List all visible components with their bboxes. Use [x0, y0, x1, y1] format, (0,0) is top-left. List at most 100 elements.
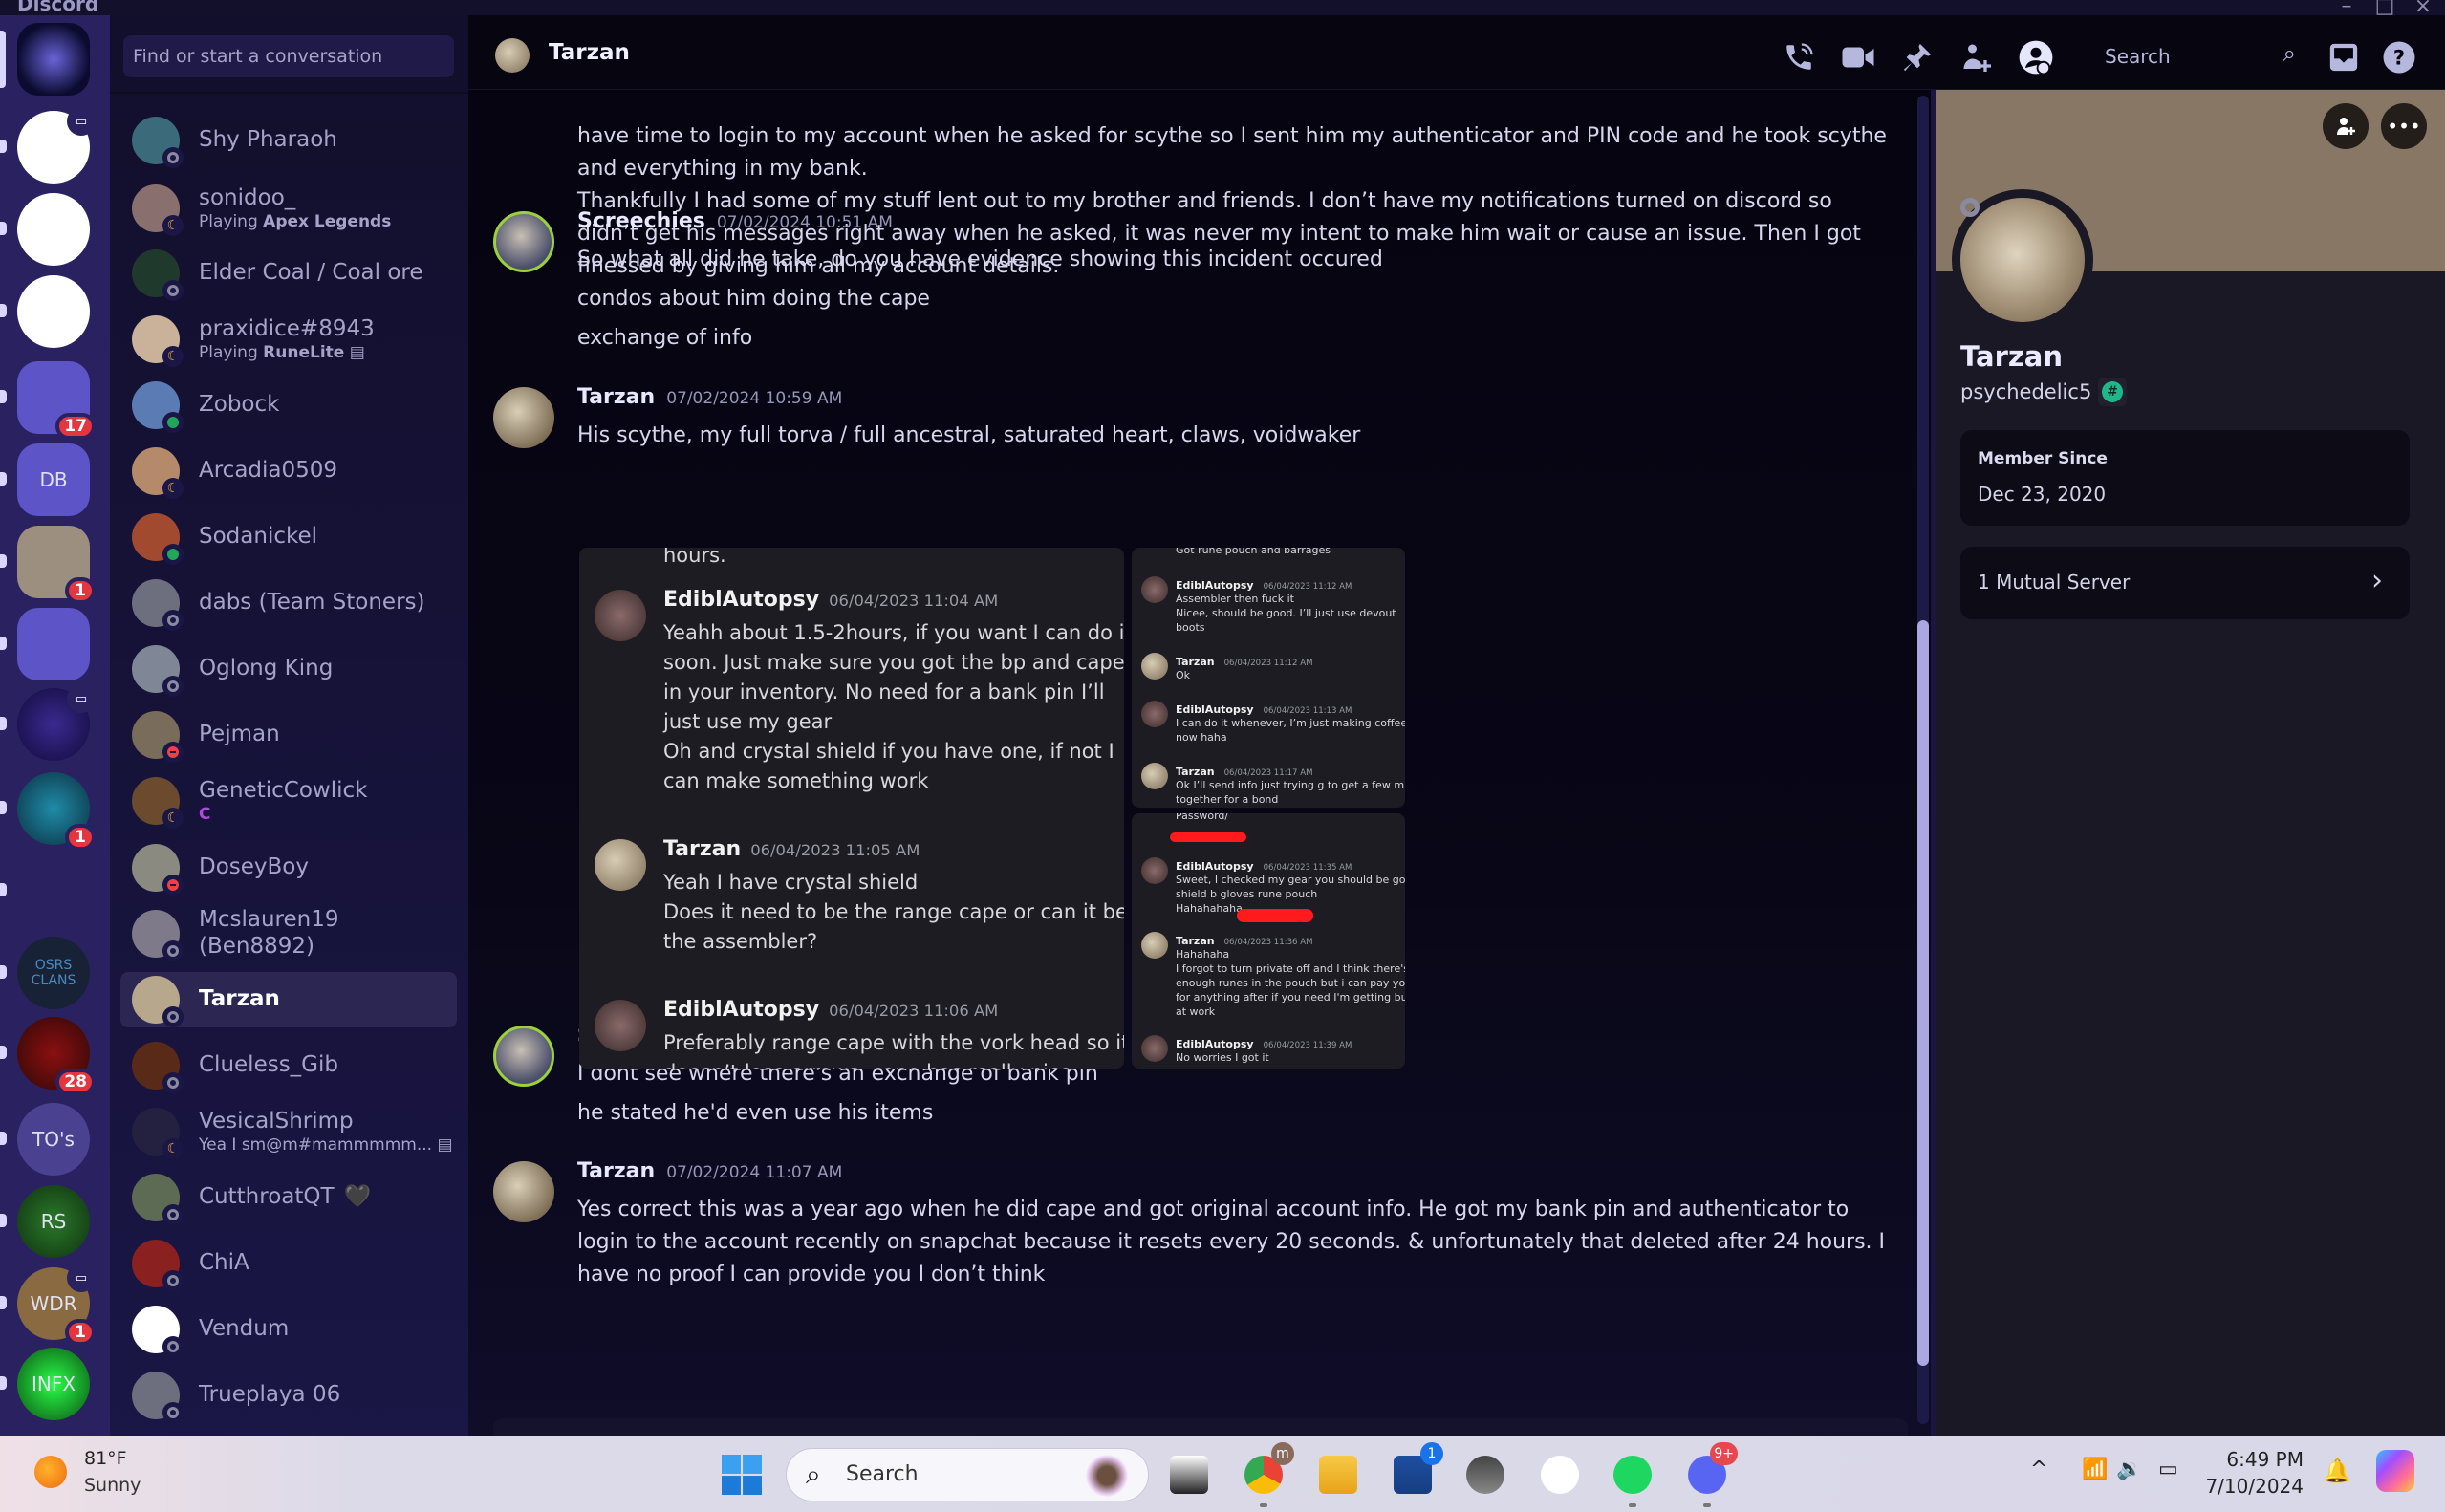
- screenshot-text-line: now haha: [1176, 731, 1227, 744]
- taskbar-app-app-blue[interactable]: [1537, 1452, 1583, 1498]
- taskbar-app-discord[interactable]: 9+: [1684, 1442, 1738, 1507]
- system-clock[interactable]: 6:49 PM 7/10/2024: [2198, 1446, 2304, 1500]
- server-icon-osrs-clans[interactable]: OSRS CLANS: [17, 937, 90, 1009]
- message-header: Tarzan 07/02/2024 11:07 AM: [577, 1159, 842, 1183]
- server-icon-shield-server[interactable]: ▭: [17, 107, 96, 184]
- author-avatar[interactable]: [493, 387, 554, 448]
- dm-item[interactable]: dabs (Team Stoners): [120, 575, 457, 631]
- more-options-button[interactable]: •••: [2381, 103, 2427, 149]
- dm-item[interactable]: Clueless_Gib: [120, 1038, 457, 1093]
- hashtag-badge-icon[interactable]: #: [2098, 378, 2127, 406]
- attachment-image-left[interactable]: hours. EdiblAutopsy 06/04/2023 11:04 AM Yea…: [579, 548, 1124, 1069]
- volume-icon[interactable]: 🔉: [2116, 1458, 2142, 1481]
- avatar: [132, 976, 184, 1027]
- dm-item[interactable]: ☾ praxidice#8943 Playing RuneLite ▤: [120, 312, 457, 367]
- taskbar-app-spotify[interactable]: [1610, 1452, 1655, 1507]
- dm-item[interactable]: Sodanickel: [120, 509, 457, 565]
- header-username[interactable]: Tarzan: [549, 40, 630, 65]
- start-button[interactable]: [719, 1452, 765, 1498]
- author-avatar[interactable]: [493, 1026, 554, 1087]
- notifications-dnd-bell-icon[interactable]: 🔔: [2323, 1458, 2351, 1484]
- dm-item[interactable]: DoseyBoy: [120, 840, 457, 896]
- dm-item[interactable]: Zobock: [120, 378, 457, 433]
- show-hidden-icons-chevron[interactable]: ^: [2030, 1458, 2047, 1481]
- dm-item[interactable]: ChiA: [120, 1236, 457, 1291]
- author-name[interactable]: Tarzan: [577, 1159, 655, 1183]
- server-icon-kettle-server[interactable]: [17, 275, 90, 348]
- dm-item[interactable]: ☾ VesicalShrimp Yea I sm@m#mammmmm... ▤: [120, 1104, 457, 1159]
- attachment-image-right-bottom[interactable]: Password/EdiblAutopsy 06/04/2023 11:35 AM…: [1132, 813, 1405, 1069]
- screenshot-text-line: Oh and crystal shield if you have one, i…: [663, 740, 1114, 763]
- server-icon-folder-2[interactable]: DB: [17, 443, 90, 516]
- server-icon-rs-old-school[interactable]: RS: [17, 1185, 90, 1258]
- attachment-image-right-top[interactable]: Got rune pouch and barrages EdiblAutopsy 0…: [1132, 548, 1405, 808]
- server-icon-folder-1[interactable]: 17: [17, 361, 96, 440]
- server-icon-direct-messages[interactable]: [17, 23, 90, 96]
- dm-item[interactable]: ☾ Arcadia0509: [120, 443, 457, 499]
- server-icon-r-server[interactable]: ▭: [17, 684, 96, 761]
- help-icon[interactable]: ?: [2380, 38, 2418, 76]
- chat-scrollbar-thumb[interactable]: [1917, 620, 1929, 1366]
- author-name[interactable]: Screechies: [577, 209, 705, 233]
- server-icon-crab-server[interactable]: [17, 193, 90, 266]
- taskbar-app-app-dark[interactable]: [1462, 1452, 1508, 1498]
- chat-scrollbar[interactable]: [1917, 96, 1929, 1424]
- app-badge: 9+: [1710, 1442, 1738, 1465]
- message-text-line: he stated he'd even use his items: [577, 1101, 934, 1125]
- profile-avatar[interactable]: [1952, 189, 2093, 331]
- server-icon-infx[interactable]: INFX: [17, 1348, 90, 1420]
- member-since-card: Member Since Dec 23, 2020: [1960, 430, 2410, 526]
- dm-text: Trueplaya 06: [199, 1382, 340, 1409]
- screenshot-text-line: in your inventory. No need for a bank pi…: [663, 680, 1105, 703]
- screenshot-author: EdiblAutopsy: [663, 588, 820, 612]
- dm-item[interactable]: Vendum: [120, 1302, 457, 1357]
- screen-share-icon: ▭: [67, 107, 96, 136]
- server-icon-wdr[interactable]: WDR 1 ▭: [17, 1264, 96, 1346]
- screenshot-text-line: doesn’t lose arrows, cape has really nic…: [663, 1061, 1071, 1069]
- weather-condition[interactable]: Sunny: [84, 1475, 141, 1496]
- weather-sun-icon[interactable]: [34, 1456, 67, 1488]
- taskbar-app-chrome[interactable]: m: [1241, 1442, 1294, 1507]
- dm-item[interactable]: CutthroatQT 🖤: [120, 1170, 457, 1225]
- user-profile-icon[interactable]: [2017, 38, 2055, 76]
- server-icon-d-server[interactable]: 28: [17, 1017, 96, 1095]
- dm-item[interactable]: Shy Pharaoh: [120, 113, 457, 168]
- copilot-icon[interactable]: [2376, 1450, 2414, 1492]
- author-avatar[interactable]: [493, 1161, 554, 1222]
- dm-activity: Playing Apex Legends: [199, 212, 391, 231]
- battery-icon[interactable]: ▭: [2158, 1458, 2178, 1481]
- mutual-servers-button[interactable]: 1 Mutual Server ›: [1960, 547, 2410, 619]
- dm-item[interactable]: Mcslauren19 (Ben8892): [120, 906, 457, 961]
- dm-item[interactable]: Oglong King: [120, 641, 457, 697]
- inbox-icon[interactable]: [2325, 38, 2363, 76]
- add-friend-button[interactable]: [2323, 103, 2369, 149]
- rich-presence-icon: ▤: [344, 342, 365, 362]
- add-friends-to-dm-icon[interactable]: [1958, 38, 1996, 76]
- author-name[interactable]: Tarzan: [577, 385, 655, 409]
- dm-item[interactable]: Elder Coal / Coal ore: [120, 246, 457, 301]
- dm-item[interactable]: ☾ sonidoo_ Playing Apex Legends: [120, 181, 457, 236]
- dm-item[interactable]: Pejman: [120, 707, 457, 763]
- header-avatar[interactable]: [495, 38, 530, 73]
- taskbar-app-microsoft-store[interactable]: 1: [1390, 1442, 1443, 1498]
- wifi-icon[interactable]: 📶: [2082, 1458, 2108, 1481]
- server-icon-atom-server[interactable]: 1: [17, 772, 96, 851]
- video-camera-icon[interactable]: [1839, 38, 1877, 76]
- author-avatar[interactable]: [493, 211, 554, 272]
- header-search-input[interactable]: Search ⌕: [2093, 36, 2304, 75]
- dm-item[interactable]: ☾ GeneticCowlick C: [120, 773, 457, 829]
- server-icon-to-s[interactable]: TO's: [17, 1103, 90, 1176]
- server-icon-spartan-server[interactable]: [17, 854, 90, 927]
- dm-item[interactable]: Tarzan: [120, 972, 457, 1027]
- weather-temperature[interactable]: 81°F: [84, 1448, 127, 1469]
- taskbar-search[interactable]: ⌕ Search: [786, 1448, 1149, 1501]
- find-conversation-input[interactable]: Find or start a conversation: [123, 35, 454, 77]
- screenshot-message-header: EdiblAutopsy 06/04/2023 11:13 AM: [1176, 699, 1352, 717]
- dm-item[interactable]: Trueplaya 06: [120, 1368, 457, 1423]
- server-icon-folder-3[interactable]: 1: [17, 526, 96, 604]
- taskbar-app-task-view[interactable]: [1166, 1452, 1212, 1498]
- server-icon-folder-4[interactable]: [17, 608, 90, 680]
- phone-call-icon[interactable]: [1780, 38, 1818, 76]
- pin-icon[interactable]: [1898, 38, 1937, 76]
- taskbar-app-file-explorer[interactable]: [1315, 1452, 1361, 1498]
